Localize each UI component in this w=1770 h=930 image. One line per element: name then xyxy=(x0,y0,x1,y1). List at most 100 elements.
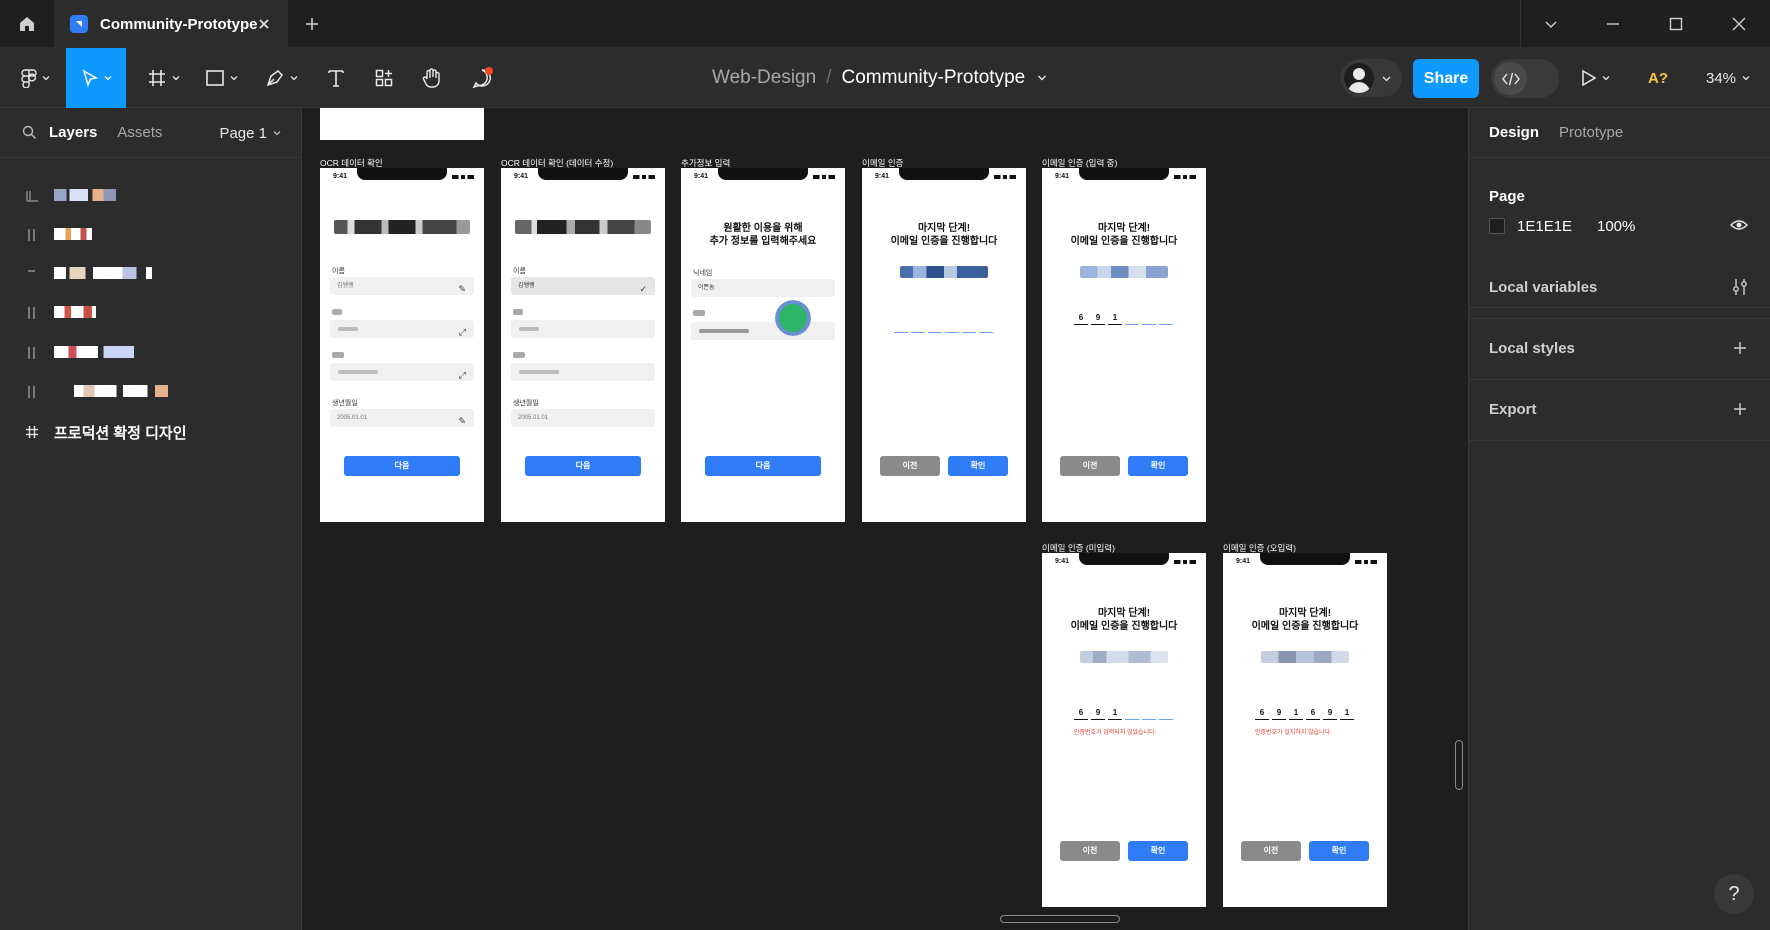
chevron-down-icon xyxy=(273,131,281,136)
nickname-field[interactable]: 이쁜놈 xyxy=(691,279,835,297)
next-button[interactable]: 다음 xyxy=(344,456,460,476)
frame-tool[interactable] xyxy=(138,48,188,108)
main-menu-button[interactable] xyxy=(12,48,58,108)
phone-frame-ocr-edit[interactable]: 9:41 이름 김쌩쌩 ✓ 생년월일 2005.01.01 다음 xyxy=(501,168,665,522)
tab-design[interactable]: Design xyxy=(1489,124,1539,141)
code-input[interactable]: 691 xyxy=(1074,313,1174,327)
share-button[interactable]: Share xyxy=(1413,59,1479,98)
resources-tool[interactable] xyxy=(364,48,404,108)
section-title-page: Page xyxy=(1489,188,1525,205)
close-icon xyxy=(259,19,269,29)
project-name[interactable]: Web-Design xyxy=(712,67,816,89)
redacted-label xyxy=(513,352,525,358)
user-menu[interactable] xyxy=(1340,59,1402,97)
redacted-field[interactable] xyxy=(691,322,835,340)
name-field-active[interactable]: 김쌩쌩 ✓ xyxy=(511,277,655,295)
page-color-opacity[interactable]: 100% xyxy=(1597,218,1635,235)
tab-prototype[interactable]: Prototype xyxy=(1559,124,1623,141)
code-input[interactable]: 691 xyxy=(1074,708,1174,722)
prev-button[interactable]: 이전 xyxy=(1060,456,1120,476)
confirm-button[interactable]: 확인 xyxy=(1128,841,1188,861)
page-color-hex[interactable]: 1E1E1E xyxy=(1517,218,1572,235)
layer-item[interactable] xyxy=(0,293,302,333)
present-button[interactable] xyxy=(1575,48,1615,108)
visibility-toggle[interactable] xyxy=(1730,218,1748,237)
tab-close-button[interactable] xyxy=(254,14,274,34)
prev-button[interactable]: 이전 xyxy=(880,456,940,476)
birthdate-field[interactable]: 2005.01.01 xyxy=(511,409,655,427)
layer-item[interactable] xyxy=(0,176,302,216)
layer-item[interactable] xyxy=(0,372,302,412)
page-color-swatch[interactable] xyxy=(1489,218,1505,234)
tabs-dropdown-button[interactable] xyxy=(1539,12,1563,36)
redacted-field[interactable] xyxy=(511,320,655,338)
redacted-field[interactable]: ⤢ xyxy=(330,320,474,338)
local-variables-section[interactable]: Local variables xyxy=(1469,258,1770,319)
phone-frame-email-typing[interactable]: 9:41 마지막 단계! 이메일 인증을 진행합니다 691 이전 확인 xyxy=(1042,168,1206,522)
confirm-button[interactable]: 확인 xyxy=(1128,456,1188,476)
design-canvas[interactable]: OCR 데이터 확인 9:41 이름 김쌩쌩 ✎ ⤢ ⤢ 생년월일 2005.01… xyxy=(303,108,1467,930)
phone-frame-email-wrong[interactable]: 9:41 마지막 단계! 이메일 인증을 진행합니다 691691 인증번호가 … xyxy=(1223,553,1387,907)
vertical-scrollbar[interactable] xyxy=(1455,740,1463,790)
frame-partial[interactable] xyxy=(320,108,484,140)
pencil-icon[interactable]: ✎ xyxy=(458,412,466,430)
zoom-menu[interactable]: 34% xyxy=(1706,48,1750,108)
next-button[interactable]: 다음 xyxy=(705,456,821,476)
home-button[interactable] xyxy=(0,0,54,48)
local-styles-section[interactable]: Local styles xyxy=(1469,319,1770,380)
layer-item[interactable] xyxy=(0,254,302,294)
pencil-icon[interactable]: ✎ xyxy=(458,280,466,298)
chevron-down-icon[interactable] xyxy=(1037,73,1047,83)
page-selector-label: Page 1 xyxy=(219,124,267,142)
prev-button[interactable]: 이전 xyxy=(1060,841,1120,861)
tab-layers[interactable]: Layers xyxy=(49,124,97,141)
window-close-button[interactable] xyxy=(1727,12,1751,36)
help-button[interactable]: ? xyxy=(1714,874,1754,914)
confirm-button[interactable]: 확인 xyxy=(948,456,1008,476)
tab-assets[interactable]: Assets xyxy=(117,124,162,141)
export-section[interactable]: Export xyxy=(1469,380,1770,441)
horizontal-scrollbar[interactable] xyxy=(1000,915,1120,923)
hand-tool[interactable] xyxy=(412,48,452,108)
layer-item[interactable] xyxy=(0,333,302,373)
next-button[interactable]: 다음 xyxy=(525,456,641,476)
phone-frame-email-empty[interactable]: 9:41 마지막 단계! 이메일 인증을 진행합니다 691 인증번호가 입력되… xyxy=(1042,553,1206,907)
file-name[interactable]: Community-Prototype xyxy=(841,67,1025,89)
redacted-field[interactable] xyxy=(511,363,655,381)
new-tab-button[interactable] xyxy=(300,12,324,36)
phone-frame-ocr-check[interactable]: 9:41 이름 김쌩쌩 ✎ ⤢ ⤢ 생년월일 2005.01.01 ✎ 다음 xyxy=(320,168,484,522)
add-export-button[interactable] xyxy=(1731,400,1749,418)
expand-icon[interactable]: ⤢ xyxy=(459,366,466,384)
page-selector[interactable]: Page 1 xyxy=(219,108,281,158)
birthdate-field[interactable]: 2005.01.01 ✎ xyxy=(330,409,474,427)
comment-tool[interactable] xyxy=(462,48,504,108)
confirm-button[interactable]: 확인 xyxy=(1309,841,1369,861)
phone-frame-email-verify[interactable]: 9:41 마지막 단계! 이메일 인증을 진행합니다 이전 확인 xyxy=(862,168,1026,522)
pen-tool[interactable] xyxy=(256,48,306,108)
redacted-field[interactable]: ⤢ xyxy=(330,363,474,381)
expand-icon[interactable]: ⤢ xyxy=(459,323,466,341)
layer-item[interactable] xyxy=(0,215,302,255)
variables-settings-button[interactable] xyxy=(1731,278,1749,296)
layer-item-production-design[interactable]: 프로덕션 확정 디자인 xyxy=(0,412,302,452)
code-input[interactable]: 691691 xyxy=(1255,708,1355,722)
phone-notch xyxy=(357,168,447,180)
file-tab[interactable]: Community-Prototype xyxy=(54,0,288,48)
code-input[interactable] xyxy=(894,321,994,335)
move-tool[interactable] xyxy=(66,48,126,108)
add-style-button[interactable] xyxy=(1731,339,1749,357)
layer-name-obscured xyxy=(54,345,134,362)
maximize-button[interactable] xyxy=(1664,12,1688,36)
check-icon[interactable]: ✓ xyxy=(639,280,647,298)
dev-mode-toggle[interactable] xyxy=(1491,59,1559,98)
search-icon[interactable] xyxy=(22,125,37,140)
name-field[interactable]: 김쌩쌩 ✎ xyxy=(330,277,474,295)
text-tool[interactable] xyxy=(316,48,356,108)
phone-frame-extra-info[interactable]: 9:41 원활한 이용을 위해 추가 정보를 입력해주세요 닉네임 이쁜놈 다음 xyxy=(681,168,845,522)
prev-button[interactable]: 이전 xyxy=(1241,841,1301,861)
phone-notch xyxy=(718,168,808,180)
minimize-button[interactable] xyxy=(1601,12,1625,36)
missing-fonts-button[interactable]: A? xyxy=(1648,48,1668,108)
shape-tool[interactable] xyxy=(196,48,246,108)
layer-name: 프로덕션 확정 디자인 xyxy=(54,424,187,442)
